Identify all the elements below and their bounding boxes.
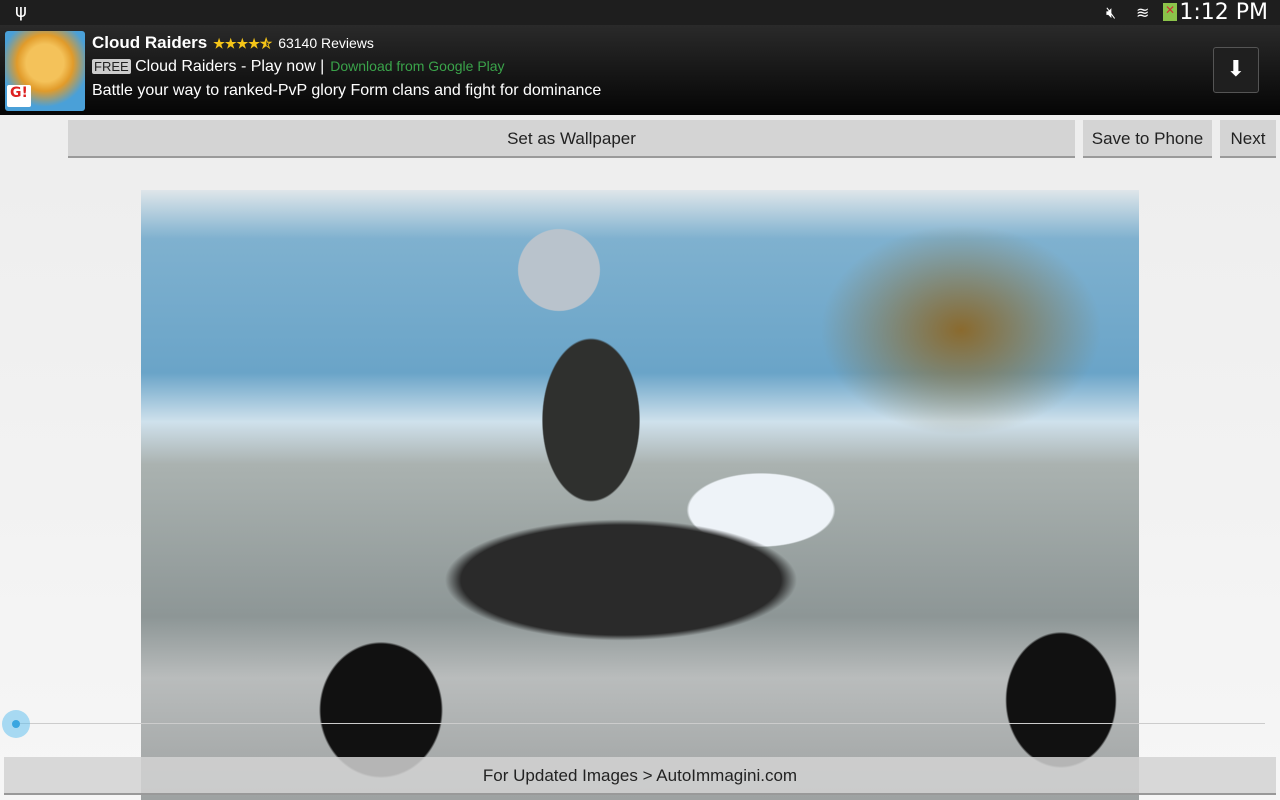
set-wallpaper-button[interactable]: Set as Wallpaper <box>68 120 1075 158</box>
download-link[interactable]: Download from Google Play <box>330 58 504 74</box>
usb-icon: ψ <box>15 1 27 22</box>
download-button[interactable]: ⬇ <box>1213 47 1259 93</box>
ad-line: Cloud Raiders - Play now | <box>135 58 325 75</box>
ad-badge-icon: G! <box>7 85 31 107</box>
ad-title: Cloud Raiders ★★★★⯪ 63140 Reviews <box>92 33 374 57</box>
ad-title-text: Cloud Raiders <box>92 33 208 52</box>
free-badge: FREE <box>92 59 131 74</box>
footer-link[interactable]: For Updated Images > AutoImmagini.com <box>4 757 1276 795</box>
review-count: 63140 Reviews <box>278 35 374 51</box>
ad-subtitle: FREE Cloud Raiders - Play now | Download … <box>92 58 505 76</box>
slider-handle[interactable] <box>2 710 30 738</box>
download-arrow-icon: ⬇ <box>1226 57 1246 82</box>
rating-stars: ★★★★⯪ <box>213 36 273 51</box>
mute-icon: 🔇︎ <box>1106 3 1117 22</box>
status-bar: ψ 🔇︎ ≋ ✕ 1:12 PM <box>0 0 1280 25</box>
next-button[interactable]: Next <box>1220 120 1276 158</box>
ad-banner[interactable]: G! Cloud Raiders ★★★★⯪ 63140 Reviews FREE … <box>0 25 1280 115</box>
ad-description: Battle your way to ranked-PvP glory Form… <box>92 82 602 99</box>
wifi-icon: ≋ <box>1136 3 1150 22</box>
battery-error-icon: ✕ <box>1163 3 1177 21</box>
clock: 1:12 PM <box>1179 0 1268 25</box>
save-to-phone-button[interactable]: Save to Phone <box>1083 120 1212 158</box>
wallpaper-image <box>141 190 1139 800</box>
image-slider[interactable] <box>15 723 1265 724</box>
